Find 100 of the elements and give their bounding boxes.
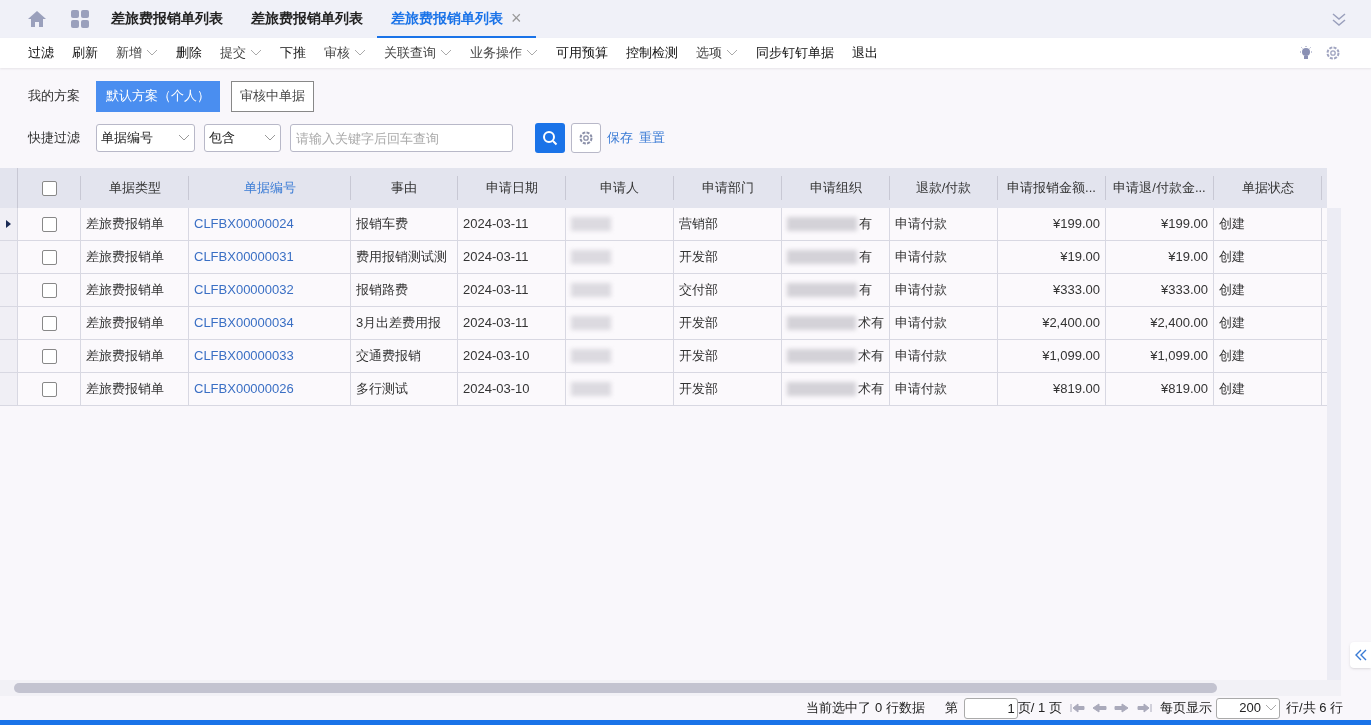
page-total: 页/ 1 页	[1017, 699, 1062, 718]
column-header[interactable]: 事由	[391, 178, 417, 198]
table-cell-text: 差旅费报销单	[86, 380, 164, 399]
table-cell-text: 创建	[1219, 215, 1245, 234]
row-total: 行/共 6 行	[1285, 699, 1343, 718]
table-cell-text: 申请付款	[895, 215, 947, 234]
blurred-text	[787, 349, 856, 363]
search-field[interactable]: 请输入关键字后回车查询	[290, 124, 513, 152]
table-cell-text: 创建	[1219, 248, 1245, 267]
toolbar-button[interactable]: 过滤	[28, 43, 54, 63]
lightbulb-icon[interactable]	[1299, 46, 1313, 60]
toolbar-button[interactable]: 可用预算	[556, 43, 608, 63]
table-cell-text: 报销路费	[356, 281, 408, 300]
column-header[interactable]: 申请日期	[485, 178, 538, 198]
current-row-icon	[6, 220, 11, 228]
toolbar-button[interactable]: 刷新	[72, 43, 98, 63]
field-select[interactable]: 单据编号	[96, 124, 195, 152]
select-all-checkbox[interactable]	[41, 180, 57, 196]
blurred-text	[571, 316, 611, 330]
last-page-icon[interactable]	[1135, 702, 1152, 714]
prev-page-icon[interactable]	[1091, 702, 1108, 714]
settings-button[interactable]	[571, 123, 601, 153]
table-cell-text: 交通费报销	[356, 347, 421, 366]
table-cell-text: 2024-03-10	[463, 380, 530, 399]
table-cell-text: 创建	[1219, 380, 1245, 399]
row-header[interactable]	[0, 208, 17, 240]
toolbar-button[interactable]: 新增	[116, 43, 158, 63]
table-cell-text: 申请付款	[895, 281, 947, 300]
document-number-link[interactable]: CLFBX00000031	[194, 247, 294, 267]
column-header[interactable]: 退款/付款	[915, 178, 972, 198]
first-page-icon[interactable]	[1069, 702, 1086, 714]
document-number-link[interactable]: CLFBX00000024	[194, 214, 294, 234]
toolbar-button[interactable]: 退出	[852, 43, 878, 63]
table-cell-text: 开发部	[679, 314, 718, 333]
row-checkbox[interactable]	[41, 216, 57, 232]
vertical-scrollbar[interactable]	[1327, 208, 1341, 680]
table-cell-text: 多行测试	[356, 380, 408, 399]
document-number-link[interactable]: CLFBX00000032	[194, 280, 294, 300]
settings-icon[interactable]	[1325, 45, 1341, 61]
table-cell-text: 营销部	[679, 215, 718, 234]
toolbar-button[interactable]: 关联查询	[384, 43, 452, 63]
column-header[interactable]: 申请组织	[809, 178, 862, 198]
operator-select[interactable]: 包含	[204, 124, 281, 152]
app-grid-icon[interactable]	[71, 10, 89, 28]
toolbar-button[interactable]: 删除	[176, 43, 202, 63]
chevron-down-icon	[264, 134, 276, 142]
table-cell-text: 申请付款	[895, 248, 947, 267]
table-cell-text: 差旅费报销单	[86, 215, 164, 234]
blurred-text	[571, 283, 611, 297]
next-page-icon[interactable]	[1113, 702, 1130, 714]
column-header[interactable]: 单据编号	[243, 178, 296, 198]
table-cell-text: ¥2,400.00	[1042, 314, 1100, 333]
toolbar-button[interactable]: 审核	[324, 43, 366, 63]
per-page-select[interactable]: 200	[1215, 697, 1280, 719]
blurred-text	[787, 382, 856, 396]
table-cell-text: ¥2,400.00	[1150, 314, 1208, 333]
selection-count: 当前选中了 0 行数据	[806, 699, 925, 718]
column-header[interactable]: 单据类型	[108, 178, 161, 198]
search-button[interactable]	[535, 123, 565, 153]
toolbar-button[interactable]: 下推	[280, 43, 306, 63]
column-header[interactable]: 申请人	[600, 178, 639, 198]
toolbar-button[interactable]: 业务操作	[470, 43, 538, 63]
collapse-icon[interactable]	[1331, 11, 1347, 27]
column-header[interactable]: 单据状态	[1241, 178, 1294, 198]
expand-panel-button[interactable]	[1350, 642, 1371, 668]
column-header[interactable]: 申请报销金额...	[1007, 178, 1096, 198]
reset-link[interactable]: 重置	[639, 128, 665, 148]
table-cell-text: 3月出差费用报	[356, 314, 442, 333]
tab[interactable]: 差旅费报销单列表	[237, 0, 377, 38]
scheme-button[interactable]: 审核中单据	[231, 80, 314, 112]
toolbar-button[interactable]: 控制检测	[626, 43, 678, 63]
table-cell-text: ¥199.00	[1053, 215, 1100, 234]
chevron-down-icon	[440, 49, 452, 57]
row-checkbox[interactable]	[41, 348, 57, 364]
table-cell-text: ¥19.00	[1168, 248, 1208, 267]
horizontal-scrollbar[interactable]	[14, 683, 1217, 693]
document-number-link[interactable]: CLFBX00000033	[194, 346, 294, 366]
table-cell-text: 术有	[858, 347, 884, 366]
toolbar-button[interactable]: 提交	[220, 43, 262, 63]
table-cell-text: 开发部	[679, 347, 718, 366]
search-icon	[542, 130, 558, 146]
home-icon[interactable]	[27, 10, 47, 28]
table-cell-text: ¥19.00	[1060, 248, 1100, 267]
save-link[interactable]: 保存	[607, 128, 633, 148]
chevron-down-icon	[354, 49, 366, 57]
table-cell-text: ¥333.00	[1053, 281, 1100, 300]
toolbar-button[interactable]: 选项	[696, 43, 738, 63]
quick-filter-label: 快捷过滤	[28, 129, 81, 148]
row-checkbox[interactable]	[41, 282, 57, 298]
row-checkbox[interactable]	[41, 249, 57, 265]
tab[interactable]: 差旅费报销单列表	[97, 0, 237, 38]
row-checkbox[interactable]	[41, 315, 57, 331]
document-number-link[interactable]: CLFBX00000034	[194, 313, 294, 333]
page-input[interactable]: 1	[963, 697, 1018, 719]
document-number-link[interactable]: CLFBX00000026	[194, 379, 294, 399]
toolbar-button[interactable]: 同步钉钉单据	[756, 43, 834, 63]
column-header[interactable]: 申请退/付款金...	[1113, 178, 1206, 198]
row-checkbox[interactable]	[41, 381, 57, 397]
table-cell-text: 差旅费报销单	[86, 347, 164, 366]
column-header[interactable]: 申请部门	[701, 178, 754, 198]
